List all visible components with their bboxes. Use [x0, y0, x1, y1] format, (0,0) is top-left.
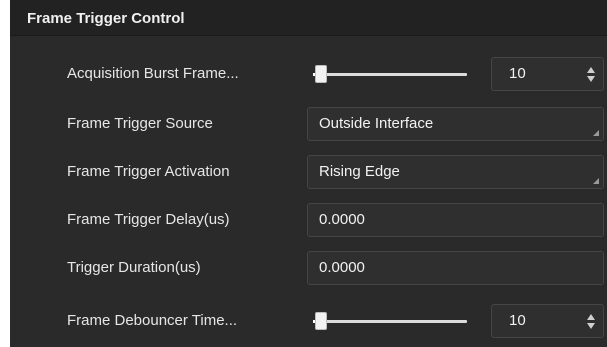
dropdown-corner-icon [593, 130, 599, 136]
frame-debouncer-time-slider-handle[interactable] [315, 312, 327, 330]
row-acquisition-burst-frame: Acquisition Burst Frame... 10 [10, 51, 607, 97]
dropdown-corner-icon [593, 178, 599, 184]
trigger-duration-label: Trigger Duration(us) [67, 259, 201, 276]
frame-debouncer-time-label: Frame Debouncer Time... [67, 312, 238, 329]
acquisition-burst-frame-slider-track[interactable] [313, 73, 467, 76]
row-frame-trigger-activation: Frame Trigger Activation Rising Edge [10, 149, 607, 195]
chevron-down-icon[interactable] [587, 323, 595, 329]
frame-trigger-delay-label: Frame Trigger Delay(us) [67, 211, 230, 228]
row-frame-debouncer-time: Frame Debouncer Time... 10 [10, 298, 607, 344]
frame-trigger-source-value: Outside Interface [319, 115, 434, 132]
acquisition-burst-frame-value: 10 [509, 65, 526, 82]
trigger-duration-value: 0.0000 [319, 259, 365, 276]
acquisition-burst-frame-label: Acquisition Burst Frame... [67, 65, 239, 82]
frame-debouncer-time-value: 10 [509, 312, 526, 329]
frame-debouncer-time-spinbox[interactable]: 10 [491, 304, 604, 338]
frame-trigger-activation-value: Rising Edge [319, 163, 400, 180]
frame-trigger-source-label: Frame Trigger Source [67, 115, 213, 132]
trigger-duration-input[interactable]: 0.0000 [307, 251, 604, 285]
chevron-up-icon[interactable] [587, 314, 595, 320]
frame-trigger-control-panel: Frame Trigger Control Acquisition Burst … [10, 0, 607, 347]
row-frame-trigger-delay: Frame Trigger Delay(us) 0.0000 [10, 197, 607, 243]
frame-trigger-activation-select[interactable]: Rising Edge [307, 155, 604, 189]
frame-debouncer-time-slider-track[interactable] [313, 320, 467, 323]
chevron-down-icon[interactable] [587, 76, 595, 82]
frame-trigger-activation-label: Frame Trigger Activation [67, 163, 230, 180]
row-trigger-duration: Trigger Duration(us) 0.0000 [10, 245, 607, 291]
row-frame-trigger-source: Frame Trigger Source Outside Interface [10, 101, 607, 147]
frame-trigger-delay-value: 0.0000 [319, 211, 365, 228]
section-title: Frame Trigger Control [27, 10, 185, 27]
frame-trigger-source-select[interactable]: Outside Interface [307, 107, 604, 141]
acquisition-burst-frame-spinbox[interactable]: 10 [491, 57, 604, 91]
acquisition-burst-frame-slider-handle[interactable] [315, 65, 327, 83]
frame-trigger-delay-input[interactable]: 0.0000 [307, 203, 604, 237]
chevron-up-icon[interactable] [587, 67, 595, 73]
section-header[interactable]: Frame Trigger Control [10, 0, 607, 36]
